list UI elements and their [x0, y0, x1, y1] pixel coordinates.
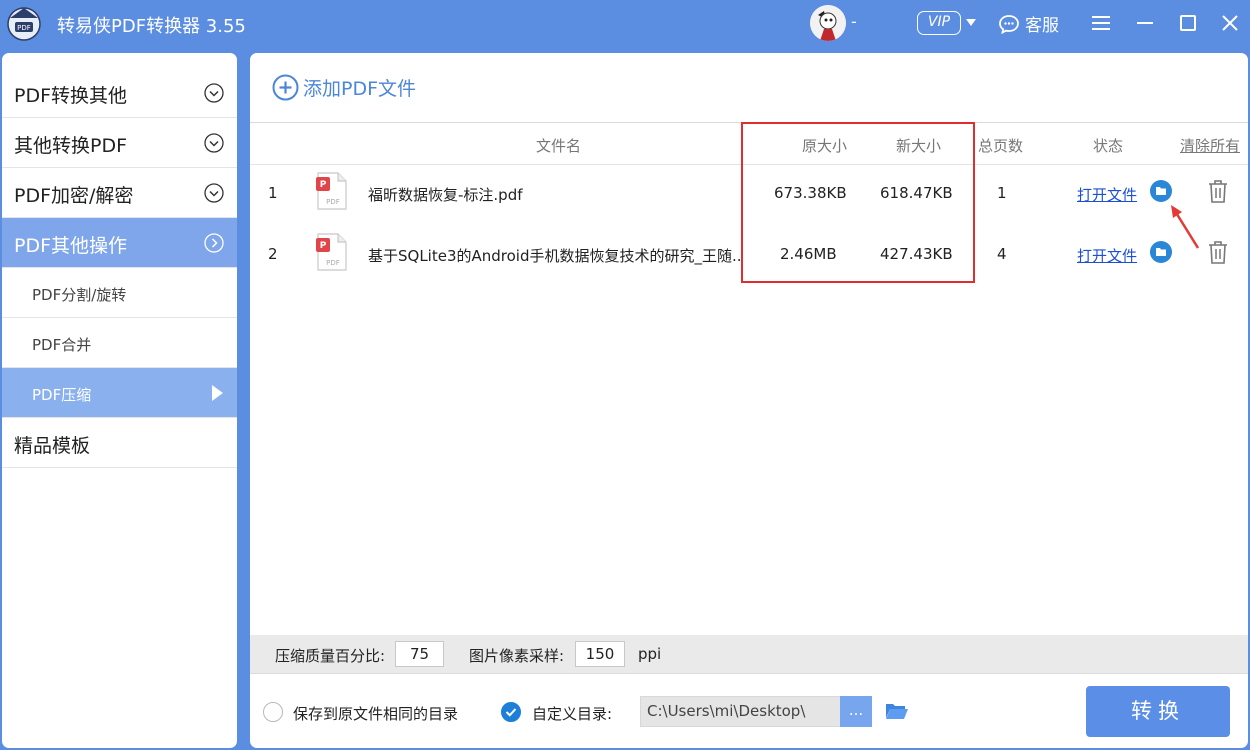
size-highlight-box	[741, 122, 975, 283]
customer-service-button[interactable]: 客服	[998, 11, 1059, 36]
plus-circle-icon	[272, 74, 299, 101]
folder-open-icon[interactable]	[885, 701, 909, 721]
open-file-link[interactable]: 打开文件	[1077, 245, 1137, 266]
sidebar-subitem-label: PDF分割/旋转	[32, 286, 127, 304]
add-pdf-button[interactable]: 添加PDF文件	[272, 74, 416, 101]
header-pages: 总页数	[978, 137, 1024, 155]
row-pages: 4	[997, 245, 1007, 263]
sidebar-item-label: PDF加密/解密	[14, 185, 134, 207]
main-panel: 添加PDF文件 文件名 原大小 新大小 总页数 状态 清除所有 1 P PDF …	[250, 53, 1248, 748]
chevron-right-icon	[204, 233, 224, 253]
sidebar-subitem-label: PDF压缩	[32, 386, 92, 404]
add-pdf-label: 添加PDF文件	[303, 78, 417, 100]
sidebar-item-pdf-other-ops[interactable]: PDF其他操作	[2, 218, 237, 268]
custom-dir-label: 自定义目录:	[532, 705, 613, 723]
clear-all-link[interactable]: 清除所有	[1180, 135, 1240, 156]
trash-icon[interactable]	[1206, 178, 1230, 204]
sidebar-item-templates[interactable]: 精品模板	[2, 418, 237, 468]
sidebar: PDF转换其他 其他转换PDF PDF加密/解密 PDF其他操作 PDF分割/旋…	[2, 53, 237, 748]
sampling-input[interactable]: 150	[575, 641, 625, 667]
svg-text:PDF: PDF	[326, 198, 340, 206]
row-index: 1	[268, 184, 278, 202]
browse-dir-button[interactable]: ...	[840, 696, 872, 727]
sidebar-item-pdf-encrypt[interactable]: PDF加密/解密	[2, 168, 237, 218]
sidebar-subitem-label: PDF合并	[32, 336, 92, 354]
user-avatar[interactable]	[810, 5, 846, 41]
row-filename: 基于SQLite3的Android手机数据恢复技术的研究_王随..	[368, 247, 742, 265]
row-filename: 福昕数据恢复-标注.pdf	[368, 186, 523, 204]
menu-icon[interactable]	[1089, 11, 1113, 35]
sidebar-item-label: 精品模板	[14, 435, 91, 457]
header-filename: 文件名	[536, 137, 582, 155]
open-file-link[interactable]: 打开文件	[1077, 184, 1137, 205]
convert-button[interactable]: 转换	[1086, 686, 1230, 737]
svg-text:P: P	[320, 180, 327, 190]
sidebar-subitem-split-rotate[interactable]: PDF分割/旋转	[2, 268, 237, 318]
save-same-dir-radio[interactable]	[263, 702, 283, 722]
triangle-right-icon	[212, 385, 223, 401]
pdf-file-icon: P PDF	[316, 233, 347, 271]
vip-badge[interactable]: VIP	[917, 11, 961, 35]
avatar-icon	[810, 5, 846, 41]
minimize-icon[interactable]	[1133, 11, 1157, 35]
sidebar-subitem-merge[interactable]: PDF合并	[2, 318, 237, 368]
custom-dir-radio[interactable]	[501, 702, 521, 722]
svg-text:PDF: PDF	[17, 24, 31, 32]
quality-input[interactable]: 75	[395, 641, 444, 667]
save-same-dir-label: 保存到原文件相同的目录	[293, 705, 459, 723]
sampling-label: 图片像素采样:	[469, 647, 565, 665]
app-title: 转易侠PDF转换器 3.55	[57, 16, 246, 37]
row-index: 2	[268, 245, 278, 263]
user-name: -	[851, 12, 857, 31]
trash-icon[interactable]	[1206, 239, 1230, 265]
quality-label: 压缩质量百分比:	[275, 647, 386, 665]
red-arrow-annotation	[1171, 205, 1200, 249]
app-logo-icon: PDF	[7, 7, 41, 41]
close-icon[interactable]	[1218, 11, 1242, 35]
open-folder-button[interactable]	[1150, 180, 1172, 202]
row-pages: 1	[997, 184, 1007, 202]
sidebar-item-label: 其他转换PDF	[14, 135, 128, 157]
sampling-unit: ppi	[638, 645, 662, 663]
svg-text:P: P	[320, 241, 327, 251]
svg-text:PDF: PDF	[326, 259, 340, 267]
service-label: 客服	[1025, 16, 1059, 36]
sidebar-item-label: PDF转换其他	[14, 85, 128, 107]
sidebar-subitem-compress[interactable]: PDF压缩	[2, 368, 237, 418]
sidebar-item-label: PDF其他操作	[14, 235, 128, 257]
chevron-down-icon	[204, 183, 224, 203]
sidebar-item-other-to-pdf[interactable]: 其他转换PDF	[2, 118, 237, 168]
header-status: 状态	[1093, 137, 1124, 155]
folder-icon	[1156, 187, 1166, 195]
compression-settings-bar: 压缩质量百分比: 75 图片像素采样: 150 ppi	[250, 635, 1248, 673]
checkmark-icon	[505, 708, 517, 717]
chat-icon	[999, 14, 1019, 34]
title-bar: PDF 转易侠PDF转换器 3.55 - VIP 客服	[0, 0, 1250, 46]
sidebar-item-pdf-to-other[interactable]: PDF转换其他	[2, 68, 237, 118]
chevron-down-icon	[204, 133, 224, 153]
chevron-down-icon	[204, 83, 224, 103]
footer-divider	[250, 673, 1248, 674]
vip-dropdown-icon[interactable]	[966, 19, 976, 26]
output-dir-field[interactable]: C:\Users\mi\Desktop\	[640, 696, 840, 727]
pdf-file-icon: P PDF	[316, 172, 347, 210]
maximize-icon[interactable]	[1176, 11, 1200, 35]
